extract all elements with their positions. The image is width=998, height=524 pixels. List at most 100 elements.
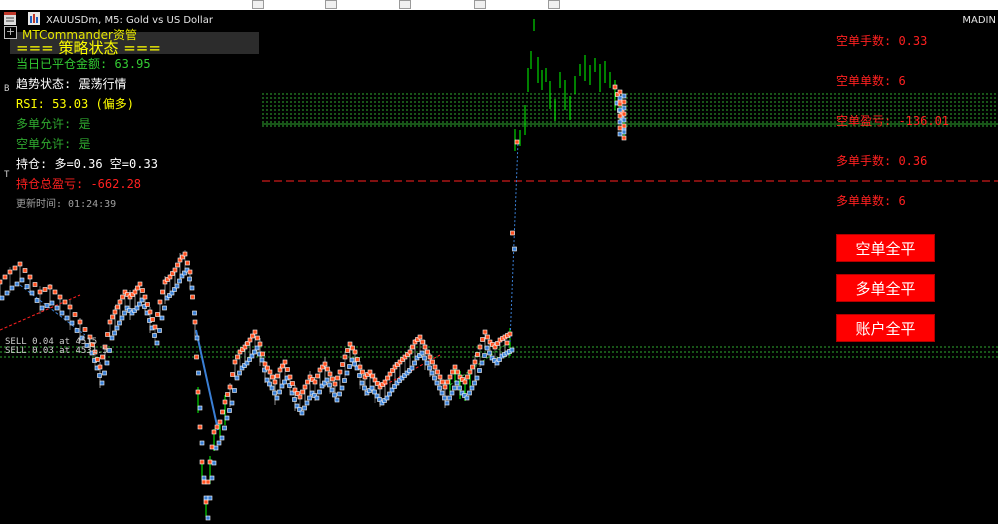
- trade-marker: [419, 350, 425, 356]
- trade-marker: [467, 390, 472, 396]
- trade-marker: [142, 294, 148, 300]
- trade-marker: [174, 283, 180, 289]
- trade-marker: [470, 364, 475, 370]
- trade-marker: [434, 380, 440, 386]
- trade-marker: [439, 390, 445, 396]
- trade-marker: [62, 299, 68, 305]
- trade-marker: [9, 285, 15, 291]
- trade-marker: [14, 281, 20, 287]
- trade-marker: [617, 125, 623, 131]
- trade-marker: [32, 282, 38, 287]
- trade-marker: [259, 357, 265, 363]
- trade-marker: [432, 364, 438, 370]
- trade-marker: [335, 375, 340, 381]
- trade-marker: [122, 310, 127, 316]
- trade-marker: [327, 371, 333, 377]
- trade-marker: [224, 415, 230, 421]
- trade-marker: [154, 340, 160, 346]
- trade-marker: [337, 391, 342, 397]
- long-lots: 多单手数: 0.36: [836, 154, 928, 168]
- trade-marker: [285, 367, 290, 372]
- trade-marker: [252, 349, 257, 355]
- close-account-button[interactable]: 账户全平: [836, 314, 935, 342]
- trade-marker: [0, 295, 5, 301]
- trade-marker: [315, 373, 320, 379]
- trade-marker: [230, 372, 235, 377]
- trade-marker: [324, 377, 330, 383]
- trade-marker: [349, 357, 355, 363]
- trade-marker: [194, 335, 200, 341]
- trade-marker: [472, 359, 478, 365]
- close-shorts-button[interactable]: 空单全平: [836, 234, 935, 262]
- trade-marker: [2, 274, 8, 280]
- trade-marker: [450, 369, 455, 375]
- trade-marker: [300, 389, 305, 395]
- trade-marker: [67, 304, 73, 310]
- trade-marker: [410, 344, 415, 350]
- trade-marker: [437, 385, 442, 391]
- trade-marker: [203, 495, 209, 501]
- trade-marker: [192, 310, 197, 316]
- trade-marker: [345, 348, 350, 353]
- trade-marker: [162, 305, 167, 311]
- trade-marker: [504, 340, 510, 346]
- trade-marker: [199, 440, 205, 446]
- trade-marker: [201, 479, 207, 485]
- trade-marker: [205, 515, 211, 521]
- trade-marker: [621, 93, 627, 99]
- trade-marker: [422, 344, 428, 350]
- trade-marker: [211, 460, 217, 466]
- trade-marker: [137, 281, 143, 287]
- broker-tag: MADIN: [962, 15, 996, 26]
- window-menu-icon[interactable]: [4, 12, 16, 25]
- trade-marker: [201, 475, 207, 481]
- trade-marker: [197, 405, 203, 411]
- trade-marker: [270, 374, 275, 380]
- trade-marker: [107, 319, 113, 325]
- trade-marker: [385, 375, 390, 381]
- trade-marker: [175, 262, 180, 268]
- trade-marker: [437, 374, 443, 380]
- trade-marker: [214, 424, 220, 430]
- trade-marker: [407, 349, 413, 355]
- trade-marker: [232, 359, 238, 365]
- trade-marker: [465, 374, 470, 380]
- trade-marker: [617, 89, 623, 95]
- trade-marker: [427, 365, 432, 371]
- trade-marker: [512, 246, 517, 252]
- trade-marker: [420, 339, 425, 345]
- trade-marker: [617, 101, 623, 107]
- trade-marker: [39, 305, 45, 311]
- trade-marker: [387, 391, 392, 397]
- trade-marker: [355, 357, 360, 362]
- trade-marker: [195, 389, 201, 395]
- trade-marker: [417, 334, 423, 340]
- trade-marker: [189, 285, 195, 291]
- close-longs-button[interactable]: 多单全平: [836, 274, 935, 302]
- trade-marker: [462, 379, 468, 385]
- trade-marker: [227, 384, 233, 390]
- trade-marker: [447, 395, 452, 401]
- trade-marker: [362, 385, 367, 391]
- trade-marker: [267, 369, 273, 375]
- trade-marker: [213, 445, 219, 451]
- trade-marker: [442, 395, 447, 401]
- trade-marker: [290, 381, 295, 386]
- trade-marker: [440, 379, 445, 385]
- trade-marker: [382, 379, 388, 385]
- trade-marker: [334, 397, 340, 403]
- trade-marker: [340, 362, 345, 367]
- trade-marker: [342, 354, 348, 360]
- trade-marker: [621, 111, 627, 117]
- trade-marker: [135, 285, 140, 291]
- trade-marker: [27, 274, 33, 280]
- trade-marker: [475, 352, 480, 357]
- trade-marker: [160, 289, 165, 295]
- trade-marker: [57, 294, 63, 300]
- trade-marker: [455, 369, 460, 375]
- trade-marker: [332, 381, 338, 387]
- trade-marker: [155, 312, 160, 317]
- trade-marker: [457, 385, 462, 391]
- trade-marker: [272, 379, 278, 385]
- trade-marker: [235, 354, 240, 360]
